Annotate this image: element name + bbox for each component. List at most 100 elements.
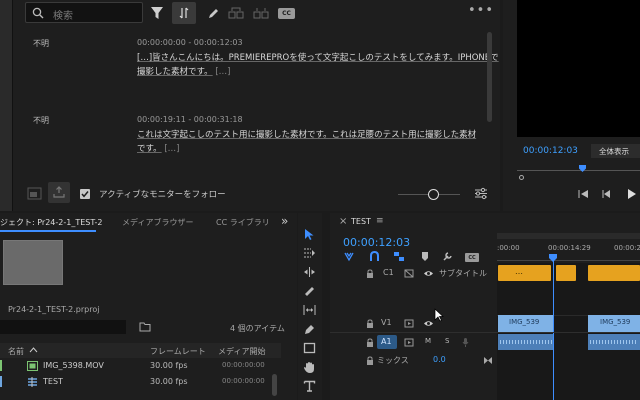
tab-cc-libraries[interactable]: CC ライブラリ <box>216 217 270 228</box>
item-name[interactable]: TEST <box>43 377 63 386</box>
monitor-ruler[interactable] <box>517 162 640 180</box>
settings-sliders-icon[interactable] <box>474 187 488 200</box>
video-preview[interactable] <box>517 0 640 137</box>
transcript-segment[interactable]: 不明 00:00:00:00 - 00:00:12:03 […]皆さんこんにちは… <box>13 36 499 86</box>
magnet-icon[interactable] <box>369 251 380 262</box>
sort-ascending-icon[interactable] <box>29 347 38 353</box>
speaker-label[interactable]: 不明 <box>33 115 49 126</box>
merge-segments-icon[interactable] <box>228 7 244 19</box>
video-clip[interactable]: IMG_539 <box>498 315 554 332</box>
lock-icon[interactable] <box>366 338 374 347</box>
tab-media-browser[interactable]: メディアブラウザー <box>122 217 193 228</box>
program-monitor-panel: 00:00:12:03 全体表示 <box>503 0 640 211</box>
type-tool-icon[interactable] <box>303 380 316 392</box>
column-name[interactable]: 名前 <box>8 346 24 357</box>
speaker-label[interactable]: 不明 <box>33 38 49 49</box>
new-bin-icon[interactable] <box>139 321 151 332</box>
lock-icon[interactable] <box>366 269 374 278</box>
timeline-ruler[interactable]: :00:00 00:00:14:29 00:00:29: <box>497 233 640 263</box>
column-framerate[interactable]: フレームレート <box>150 346 206 357</box>
transcript-scrollbar[interactable] <box>487 32 492 122</box>
transcript-segment[interactable]: 不明 00:00:19:11 - 00:00:31:18 これは文字起こしのテス… <box>13 115 485 165</box>
fit-dropdown[interactable]: 全体表示 <box>591 144 640 158</box>
solo-button[interactable]: S <box>445 337 449 345</box>
follow-monitor-label[interactable]: アクティブなモニターをフォロー <box>99 188 226 200</box>
tab-overflow-button[interactable]: » <box>281 214 288 228</box>
caption-settings-icon[interactable] <box>27 187 42 200</box>
monitor-timecode[interactable]: 00:00:12:03 <box>523 146 578 156</box>
subtitle-clip[interactable] <box>556 265 576 281</box>
mix-value[interactable]: 0.0 <box>433 355 446 364</box>
audio-clip[interactable] <box>588 334 640 350</box>
rectangle-tool-icon[interactable] <box>303 342 316 354</box>
step-back-icon[interactable] <box>601 189 611 199</box>
timeline-track-area[interactable]: :00:00 00:00:14:29 00:00:29: … IMG_539 I… <box>497 233 640 400</box>
work-area-bar[interactable] <box>497 233 640 239</box>
checkmark-icon <box>81 191 89 198</box>
track-target-a1[interactable]: A1 <box>377 335 397 349</box>
pen-tool-icon[interactable] <box>303 323 316 335</box>
subtitle-clip[interactable]: … <box>498 265 551 281</box>
track-label-v1[interactable]: V1 <box>381 318 392 327</box>
sync-transcript-button[interactable] <box>172 2 196 24</box>
item-name[interactable]: IMG_5398.MOV <box>43 361 104 370</box>
snap-icon[interactable] <box>343 251 355 262</box>
mix-label: ミックス <box>377 356 409 365</box>
toggle-sync-icon[interactable] <box>404 319 414 328</box>
project-thumbnail[interactable] <box>3 240 63 285</box>
lock-icon[interactable] <box>366 319 374 328</box>
slip-tool-icon[interactable] <box>303 304 316 316</box>
edit-pencil-icon[interactable] <box>207 7 220 20</box>
track-header-mix: ミックス 0.0 <box>330 352 495 369</box>
step-to-in-icon[interactable] <box>577 189 589 199</box>
column-media-start[interactable]: メディア開始 <box>218 346 265 357</box>
hand-tool-icon[interactable] <box>303 361 316 374</box>
segment-text-line[interactable]: です。 […] <box>137 142 180 154</box>
wrench-icon[interactable] <box>442 251 453 262</box>
linked-selection-icon[interactable] <box>393 251 405 262</box>
timeline-timecode[interactable]: 00:00:12:03 <box>343 236 410 249</box>
video-clip[interactable]: IMG_539 <box>588 315 640 332</box>
list-item[interactable]: IMG_5398.MOV 30.00 fps 00:00:00:00 <box>0 358 281 373</box>
toggle-sync-icon[interactable] <box>404 269 414 278</box>
segment-text[interactable]: 撮影した素材です。 <box>137 67 213 77</box>
go-to-end-icon[interactable] <box>483 356 493 365</box>
razor-tool-icon[interactable] <box>303 285 316 297</box>
project-search-bar[interactable] <box>0 320 126 334</box>
filter-icon[interactable] <box>150 6 164 20</box>
search-box[interactable]: 検索 <box>25 2 143 23</box>
segment-text-line[interactable]: 撮影した素材です。 […] <box>137 65 231 77</box>
captions-toggle-icon[interactable]: CC <box>465 253 479 262</box>
segment-text[interactable]: です。 <box>137 144 162 154</box>
tab-project[interactable]: ジェクト: Pr24-2-1_TEST-2 <box>0 217 103 228</box>
zoom-slider-handle[interactable] <box>428 189 439 200</box>
add-marker-icon[interactable] <box>420 251 430 262</box>
mute-button[interactable]: M <box>425 337 431 345</box>
create-captions-button[interactable]: CC <box>278 8 295 19</box>
split-segment-icon[interactable] <box>253 7 269 19</box>
close-tab-icon[interactable]: × <box>339 216 347 227</box>
project-scrollbar[interactable] <box>272 374 277 396</box>
ripple-edit-tool-icon[interactable] <box>303 266 316 278</box>
search-input[interactable]: 検索 <box>53 7 73 22</box>
microphone-icon[interactable] <box>462 337 469 347</box>
audio-clip[interactable] <box>498 334 554 350</box>
sequence-tab[interactable]: TEST <box>351 217 371 226</box>
segment-text-line[interactable]: これは文字起こしのテスト用に撮影した素材です。これは足腰のテスト用に撮影した素材 <box>137 128 476 140</box>
export-button[interactable] <box>48 182 70 203</box>
track-select-tool-icon[interactable] <box>303 247 316 259</box>
selection-tool-icon[interactable] <box>304 228 315 241</box>
tab-menu-icon[interactable]: ≡ <box>376 216 384 226</box>
toggle-sync-icon[interactable] <box>404 338 414 347</box>
segment-text-line[interactable]: […]皆さんこんにちは。PREMIEREPROを使って文字起こしのテストをしてみ… <box>137 51 499 63</box>
eye-icon[interactable] <box>423 270 434 277</box>
subtitle-clip[interactable] <box>588 265 640 281</box>
follow-monitor-checkbox[interactable] <box>80 189 90 199</box>
more-options-icon[interactable]: ••• <box>468 3 494 18</box>
playhead-line[interactable] <box>552 261 554 400</box>
lock-icon[interactable] <box>366 356 374 365</box>
track-label-c1[interactable]: C1 <box>383 268 394 277</box>
play-icon[interactable] <box>627 188 637 200</box>
eye-icon[interactable] <box>423 320 434 327</box>
list-item[interactable]: TEST 30.00 fps 00:00:00:00 <box>0 374 281 389</box>
